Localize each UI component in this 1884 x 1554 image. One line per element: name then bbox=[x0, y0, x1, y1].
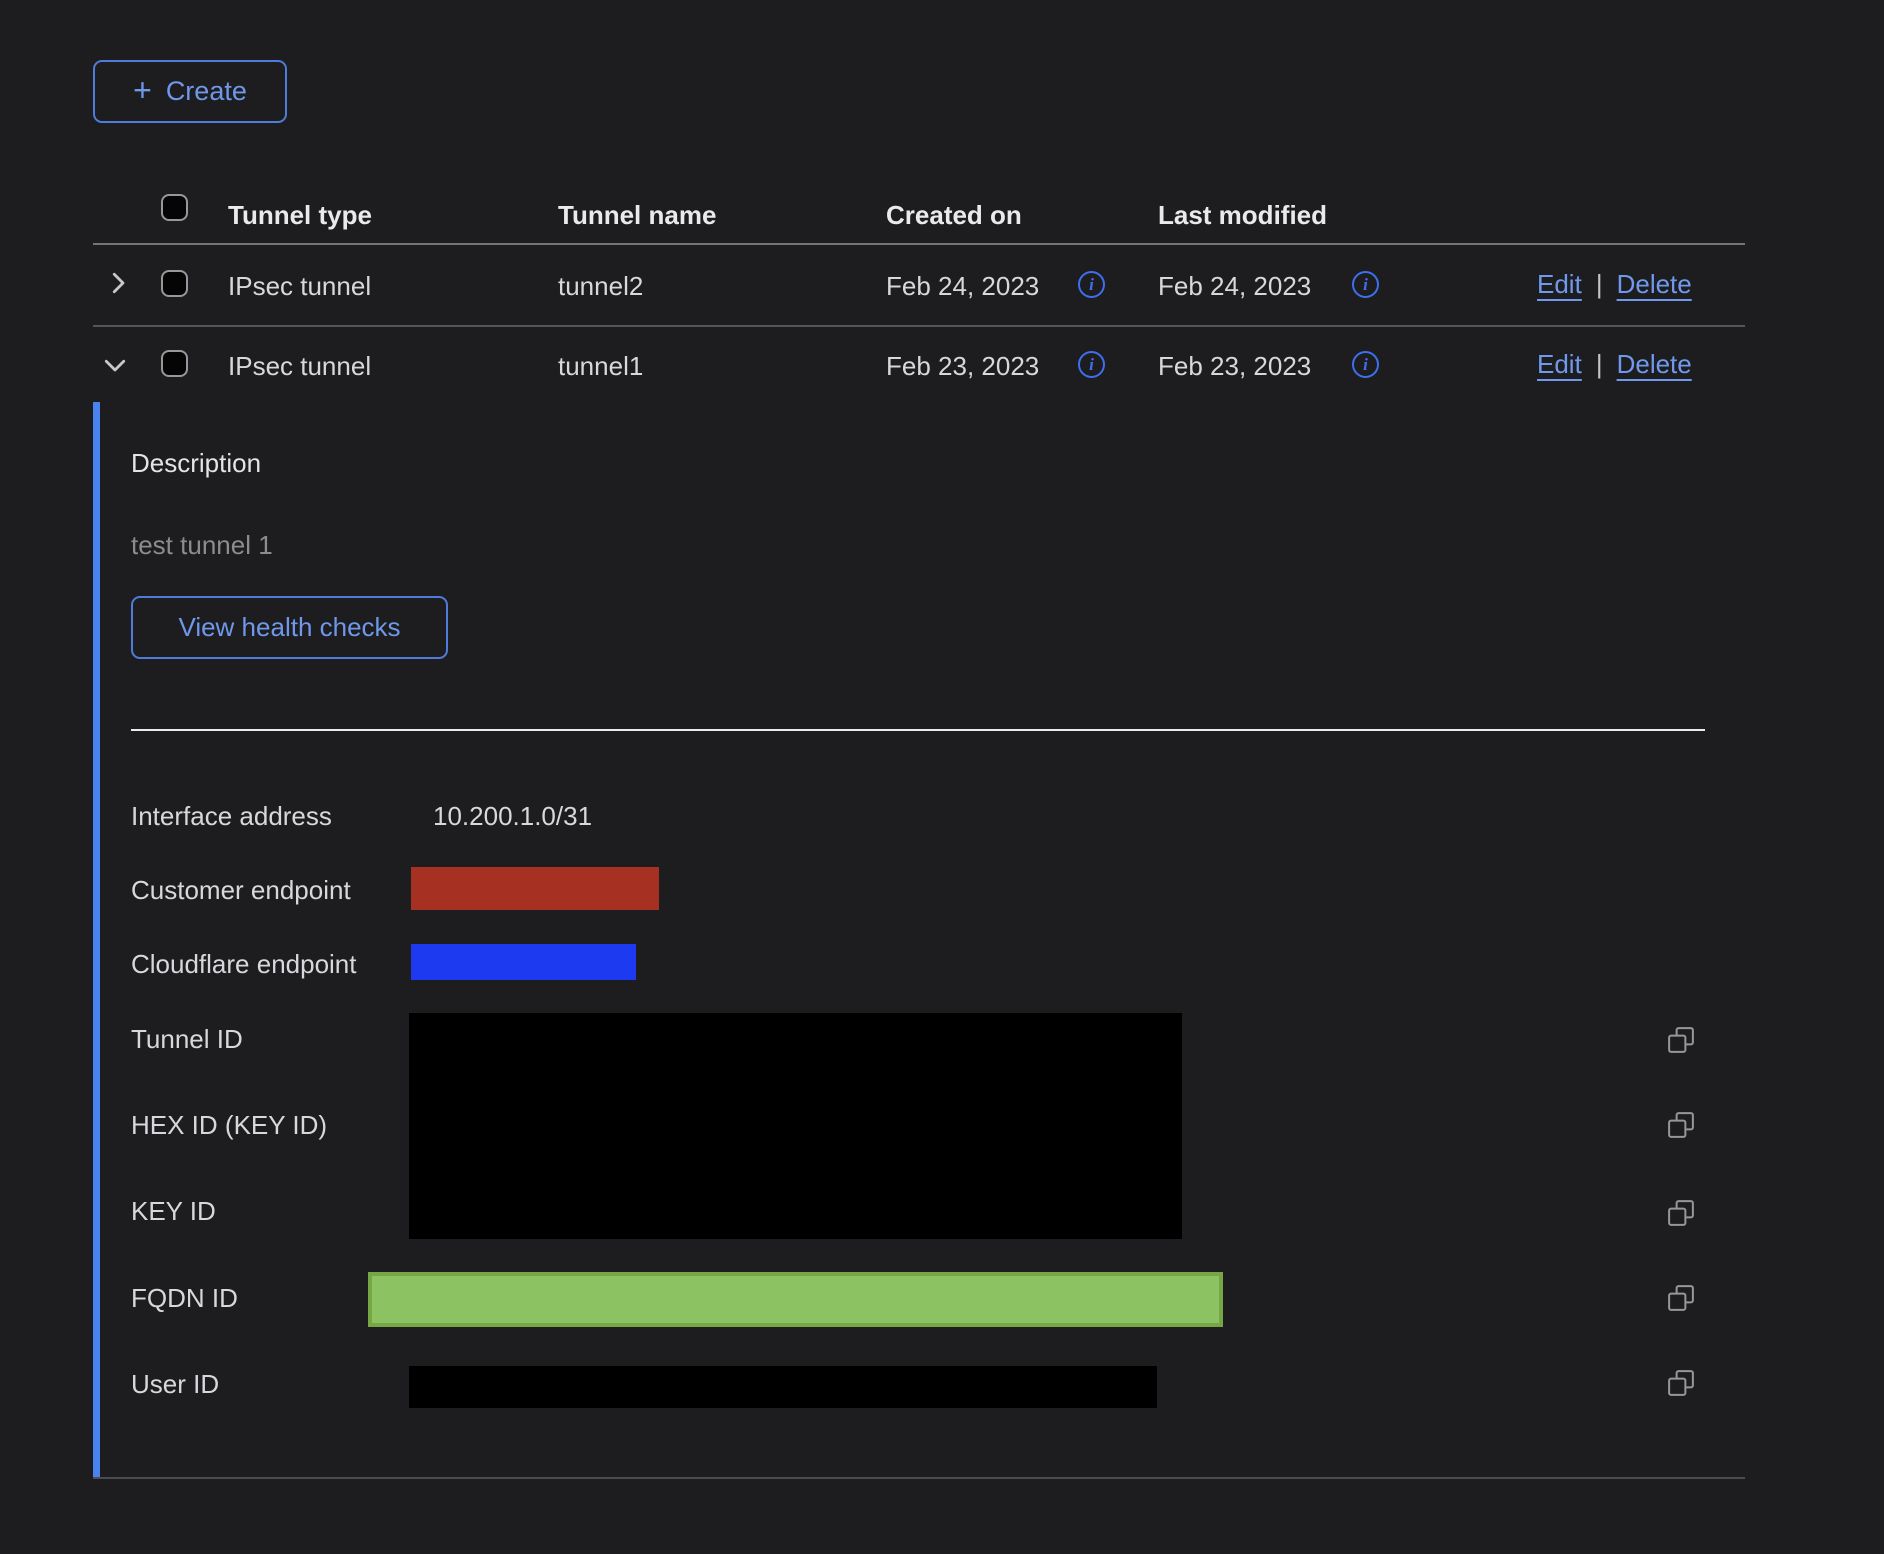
copy-tunnel-id-button[interactable] bbox=[1666, 1025, 1696, 1055]
info-glyph: i bbox=[1363, 355, 1368, 375]
fqdn-id-label: FQDN ID bbox=[131, 1283, 238, 1314]
tunnel-id-label: Tunnel ID bbox=[131, 1024, 243, 1055]
action-separator: | bbox=[1596, 349, 1603, 380]
plus-icon: + bbox=[133, 74, 152, 106]
edit-link[interactable]: Edit bbox=[1537, 269, 1582, 300]
column-header-created-on: Created on bbox=[886, 200, 1022, 231]
tunnel-name-cell: tunnel1 bbox=[558, 351, 643, 382]
row-checkbox[interactable] bbox=[161, 270, 188, 297]
chevron-right-icon[interactable] bbox=[103, 268, 133, 303]
tunnel-name-cell: tunnel2 bbox=[558, 271, 643, 302]
info-icon[interactable]: i bbox=[1078, 271, 1105, 298]
tunnel-type-cell: IPsec tunnel bbox=[228, 271, 371, 302]
description-value: test tunnel 1 bbox=[131, 530, 273, 561]
created-on-cell: Feb 23, 2023 bbox=[886, 351, 1039, 382]
column-header-tunnel-type: Tunnel type bbox=[228, 200, 372, 231]
copy-key-id-button[interactable] bbox=[1666, 1198, 1696, 1228]
copy-hex-id-button[interactable] bbox=[1666, 1110, 1696, 1140]
user-id-redacted-value bbox=[409, 1366, 1157, 1408]
description-label: Description bbox=[131, 448, 261, 479]
last-modified-cell: Feb 24, 2023 bbox=[1158, 271, 1311, 302]
chevron-down-icon[interactable] bbox=[100, 350, 130, 385]
edit-link[interactable]: Edit bbox=[1537, 349, 1582, 380]
create-button-label: Create bbox=[166, 76, 247, 107]
info-icon[interactable]: i bbox=[1078, 351, 1105, 378]
info-icon[interactable]: i bbox=[1352, 271, 1379, 298]
copy-fqdn-id-button[interactable] bbox=[1666, 1283, 1696, 1313]
expanded-row-accent-bar bbox=[93, 402, 100, 1478]
user-id-label: User ID bbox=[131, 1369, 219, 1400]
ids-redacted-block bbox=[409, 1013, 1182, 1239]
view-health-checks-button[interactable]: View health checks bbox=[131, 596, 448, 659]
info-glyph: i bbox=[1089, 275, 1094, 295]
tunnels-page: + Create Tunnel type Tunnel name Created… bbox=[0, 0, 1884, 1554]
hex-id-label: HEX ID (KEY ID) bbox=[131, 1110, 327, 1141]
delete-link[interactable]: Delete bbox=[1617, 349, 1692, 380]
fqdn-id-redacted-value bbox=[368, 1272, 1223, 1327]
action-separator: | bbox=[1596, 269, 1603, 300]
info-glyph: i bbox=[1089, 355, 1094, 375]
tunnel-type-cell: IPsec tunnel bbox=[228, 351, 371, 382]
header-divider bbox=[93, 243, 1745, 245]
last-modified-cell: Feb 23, 2023 bbox=[1158, 351, 1311, 382]
column-header-tunnel-name: Tunnel name bbox=[558, 200, 716, 231]
select-all-checkbox[interactable] bbox=[161, 194, 188, 221]
info-icon[interactable]: i bbox=[1352, 351, 1379, 378]
key-id-label: KEY ID bbox=[131, 1196, 216, 1227]
copy-user-id-button[interactable] bbox=[1666, 1368, 1696, 1398]
column-header-last-modified: Last modified bbox=[1158, 200, 1327, 231]
customer-endpoint-label: Customer endpoint bbox=[131, 875, 351, 906]
create-button[interactable]: + Create bbox=[93, 60, 287, 123]
row-divider bbox=[93, 325, 1745, 327]
customer-endpoint-redacted-value bbox=[411, 867, 659, 910]
interface-address-label: Interface address bbox=[131, 801, 332, 832]
cloudflare-endpoint-redacted-value bbox=[411, 944, 636, 980]
created-on-cell: Feb 24, 2023 bbox=[886, 271, 1039, 302]
cloudflare-endpoint-label: Cloudflare endpoint bbox=[131, 949, 357, 980]
expanded-row-bottom-divider bbox=[93, 1477, 1745, 1479]
delete-link[interactable]: Delete bbox=[1617, 269, 1692, 300]
interface-address-value: 10.200.1.0/31 bbox=[433, 801, 592, 832]
detail-divider bbox=[131, 729, 1705, 731]
row-checkbox[interactable] bbox=[161, 350, 188, 377]
info-glyph: i bbox=[1363, 275, 1368, 295]
